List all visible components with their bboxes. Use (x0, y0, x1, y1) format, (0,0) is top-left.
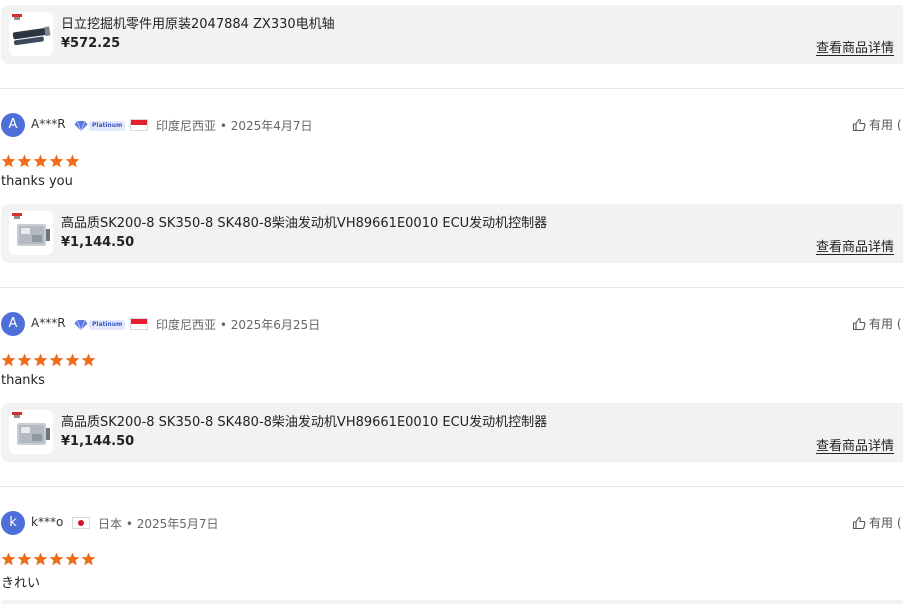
divider (1, 486, 903, 487)
japan-flag-icon (72, 517, 90, 529)
divider (1, 287, 903, 288)
helpful-button[interactable]: 有用 ( (852, 116, 902, 133)
country-date: 印度尼西亚 • 2025年4月7日 (156, 117, 313, 134)
view-product-details-link[interactable]: 查看商品详情 (816, 37, 894, 56)
star-rating (1, 154, 81, 168)
product-title[interactable]: 日立挖掘机零件用原装2047884 ZX330电机轴 (61, 13, 335, 32)
star-icon (33, 353, 48, 367)
brand-logo-icon (12, 213, 22, 219)
review-date: 2025年6月25日 (230, 318, 321, 332)
indonesia-flag-icon (130, 119, 148, 131)
badge-label: Platinum (89, 319, 126, 330)
review-date: 2025年5月7日 (136, 517, 219, 531)
star-icon (49, 154, 64, 168)
review-header: A A***R Platinum 印度尼西亚 • 2025年4月7日 有用 ( (1, 113, 903, 137)
avatar: A (1, 113, 25, 137)
country: 日本 (98, 517, 123, 531)
divider (1, 88, 903, 89)
product-price: ¥1,144.50 (61, 434, 135, 449)
country: 印度尼西亚 (156, 119, 217, 133)
badge-label: Platinum (89, 120, 126, 131)
star-icon (49, 353, 64, 367)
star-rating (1, 552, 97, 566)
helpful-button[interactable]: 有用 ( (852, 514, 902, 531)
product-thumbnail[interactable] (9, 410, 53, 454)
reviews-page: 日立挖掘机零件用原装2047884 ZX330电机轴 ¥572.25 查看商品详… (0, 0, 903, 604)
product-card[interactable]: 日立挖掘机零件用原装2047884 ZX330电机轴 ¥572.25 查看商品详… (1, 5, 903, 64)
star-icon (33, 154, 48, 168)
product-card[interactable]: 高品质SK200-8 SK350-8 SK480-8柴油发动机VH89661E0… (1, 204, 903, 263)
helpful-label: 有用 ( (869, 118, 902, 132)
view-product-details-link[interactable]: 查看商品详情 (816, 435, 894, 454)
separator: • (219, 119, 227, 133)
review-header: k k***o 日本 • 2025年5月7日 有用 ( (1, 511, 903, 535)
thumbs-up-icon (852, 118, 866, 131)
avatar: k (1, 511, 25, 535)
review-text: thanks (1, 373, 45, 388)
indonesia-flag-icon (130, 318, 148, 330)
reviewer-name: A***R (31, 316, 66, 330)
product-thumbnail[interactable] (9, 12, 53, 56)
separator: • (219, 318, 227, 332)
helpful-button[interactable]: 有用 ( (852, 315, 902, 332)
star-icon (65, 353, 80, 367)
brand-logo-icon (12, 14, 22, 20)
thumbs-up-icon (852, 317, 866, 330)
star-icon (1, 552, 16, 566)
star-icon (1, 353, 16, 367)
view-product-details-link[interactable]: 查看商品详情 (816, 236, 894, 255)
helpful-label: 有用 ( (869, 516, 902, 530)
diamond-icon (74, 120, 88, 132)
star-icon (33, 552, 48, 566)
product-title[interactable]: 高品质SK200-8 SK350-8 SK480-8柴油发动机VH89661E0… (61, 212, 547, 231)
product-card[interactable] (1, 600, 903, 604)
star-icon (49, 552, 64, 566)
country: 印度尼西亚 (156, 318, 217, 332)
reviewer-name: k***o (31, 515, 64, 529)
platinum-badge: Platinum (74, 318, 126, 331)
product-price: ¥1,144.50 (61, 235, 135, 250)
star-icon (17, 552, 32, 566)
review-date: 2025年4月7日 (230, 119, 313, 133)
product-title[interactable]: 高品质SK200-8 SK350-8 SK480-8柴油发动机VH89661E0… (61, 411, 547, 430)
star-icon (81, 552, 96, 566)
star-icon (65, 154, 80, 168)
country-date: 日本 • 2025年5月7日 (98, 515, 219, 532)
helpful-label: 有用 ( (869, 317, 902, 331)
reviewer-name: A***R (31, 117, 66, 131)
diamond-icon (74, 319, 88, 331)
star-icon (17, 154, 32, 168)
thumbs-up-icon (852, 516, 866, 529)
star-icon (17, 353, 32, 367)
review-text: きれい (1, 576, 41, 591)
separator: • (125, 517, 133, 531)
product-price: ¥572.25 (61, 36, 121, 51)
review-text: thanks you (1, 174, 73, 189)
platinum-badge: Platinum (74, 119, 126, 132)
avatar: A (1, 312, 25, 336)
star-rating (1, 353, 97, 367)
product-thumbnail[interactable] (9, 211, 53, 255)
star-icon (65, 552, 80, 566)
star-icon (81, 353, 96, 367)
brand-logo-icon (12, 412, 22, 418)
star-icon (1, 154, 16, 168)
country-date: 印度尼西亚 • 2025年6月25日 (156, 316, 320, 333)
review-header: A A***R Platinum 印度尼西亚 • 2025年6月25日 有用 ( (1, 312, 903, 336)
product-card[interactable]: 高品质SK200-8 SK350-8 SK480-8柴油发动机VH89661E0… (1, 403, 903, 462)
